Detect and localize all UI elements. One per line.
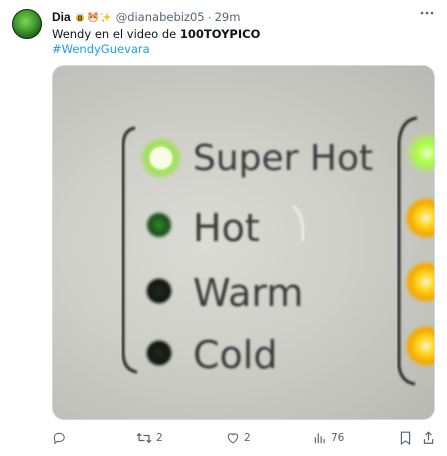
user-handle[interactable]: @dianabebiz05 [116,10,205,24]
indicator-warm-icon [145,277,173,305]
repost-button[interactable]: 2 [136,428,163,448]
views-icon [314,433,325,444]
hashtag-link[interactable]: #WendyGuevara [52,42,150,56]
bookmark-icon [400,431,411,445]
like-icon [227,433,239,444]
reply-icon [53,432,65,445]
label-super-hot: Super Hot [193,138,373,179]
indicator-right-yellow-1-icon [404,196,434,240]
sparkle-star-emoji [100,12,112,22]
bee-emoji [75,12,84,22]
like-button[interactable]: 2 [226,428,251,448]
share-button[interactable] [422,428,435,448]
repost-count: 2 [156,432,163,444]
name-emojis [74,11,112,23]
tweet-text-bold: 100TOYPICO [179,27,261,41]
tweet-header: Dia @dianabebiz05 · 29m [52,9,240,25]
tweet-text-prefix: Wendy en el video de [52,27,180,41]
bookmark-button[interactable] [399,428,412,448]
label-hot: Hot [193,206,260,250]
tweet[interactable]: Dia @dianabebiz05 · 29m Wendy en el vide… [0,0,447,456]
timestamp[interactable]: 29m [215,10,241,24]
indicator-super-hot-icon [139,136,183,180]
indicator-right-yellow-3-icon [404,324,434,368]
indicator-hot-icon [145,211,173,239]
hamster-emoji [87,12,98,23]
views-button[interactable]: 76 [313,428,344,448]
display-name[interactable]: Dia [52,10,71,24]
tweet-actions: 2 2 76 [52,428,435,448]
label-warm: Warm [193,271,303,315]
like-count: 2 [244,432,251,444]
indicator-cold-icon [145,339,173,367]
reply-button[interactable] [52,428,70,448]
tweet-text: Wendy en el video de 100TOYPICO [52,27,260,41]
separator-dot: · [207,10,212,24]
share-icon [423,431,434,444]
media-photo: Super Hot Hot Warm Cold [121,116,434,386]
more-icon[interactable] [417,4,437,22]
label-cold: Cold [193,333,277,377]
views-count: 76 [331,432,345,444]
tweet-media-image[interactable]: Super Hot Hot Warm Cold [52,65,435,420]
repost-icon [136,432,152,444]
indicator-right-green-icon [405,131,434,175]
avatar[interactable] [12,9,42,39]
indicator-right-yellow-2-icon [404,260,434,304]
